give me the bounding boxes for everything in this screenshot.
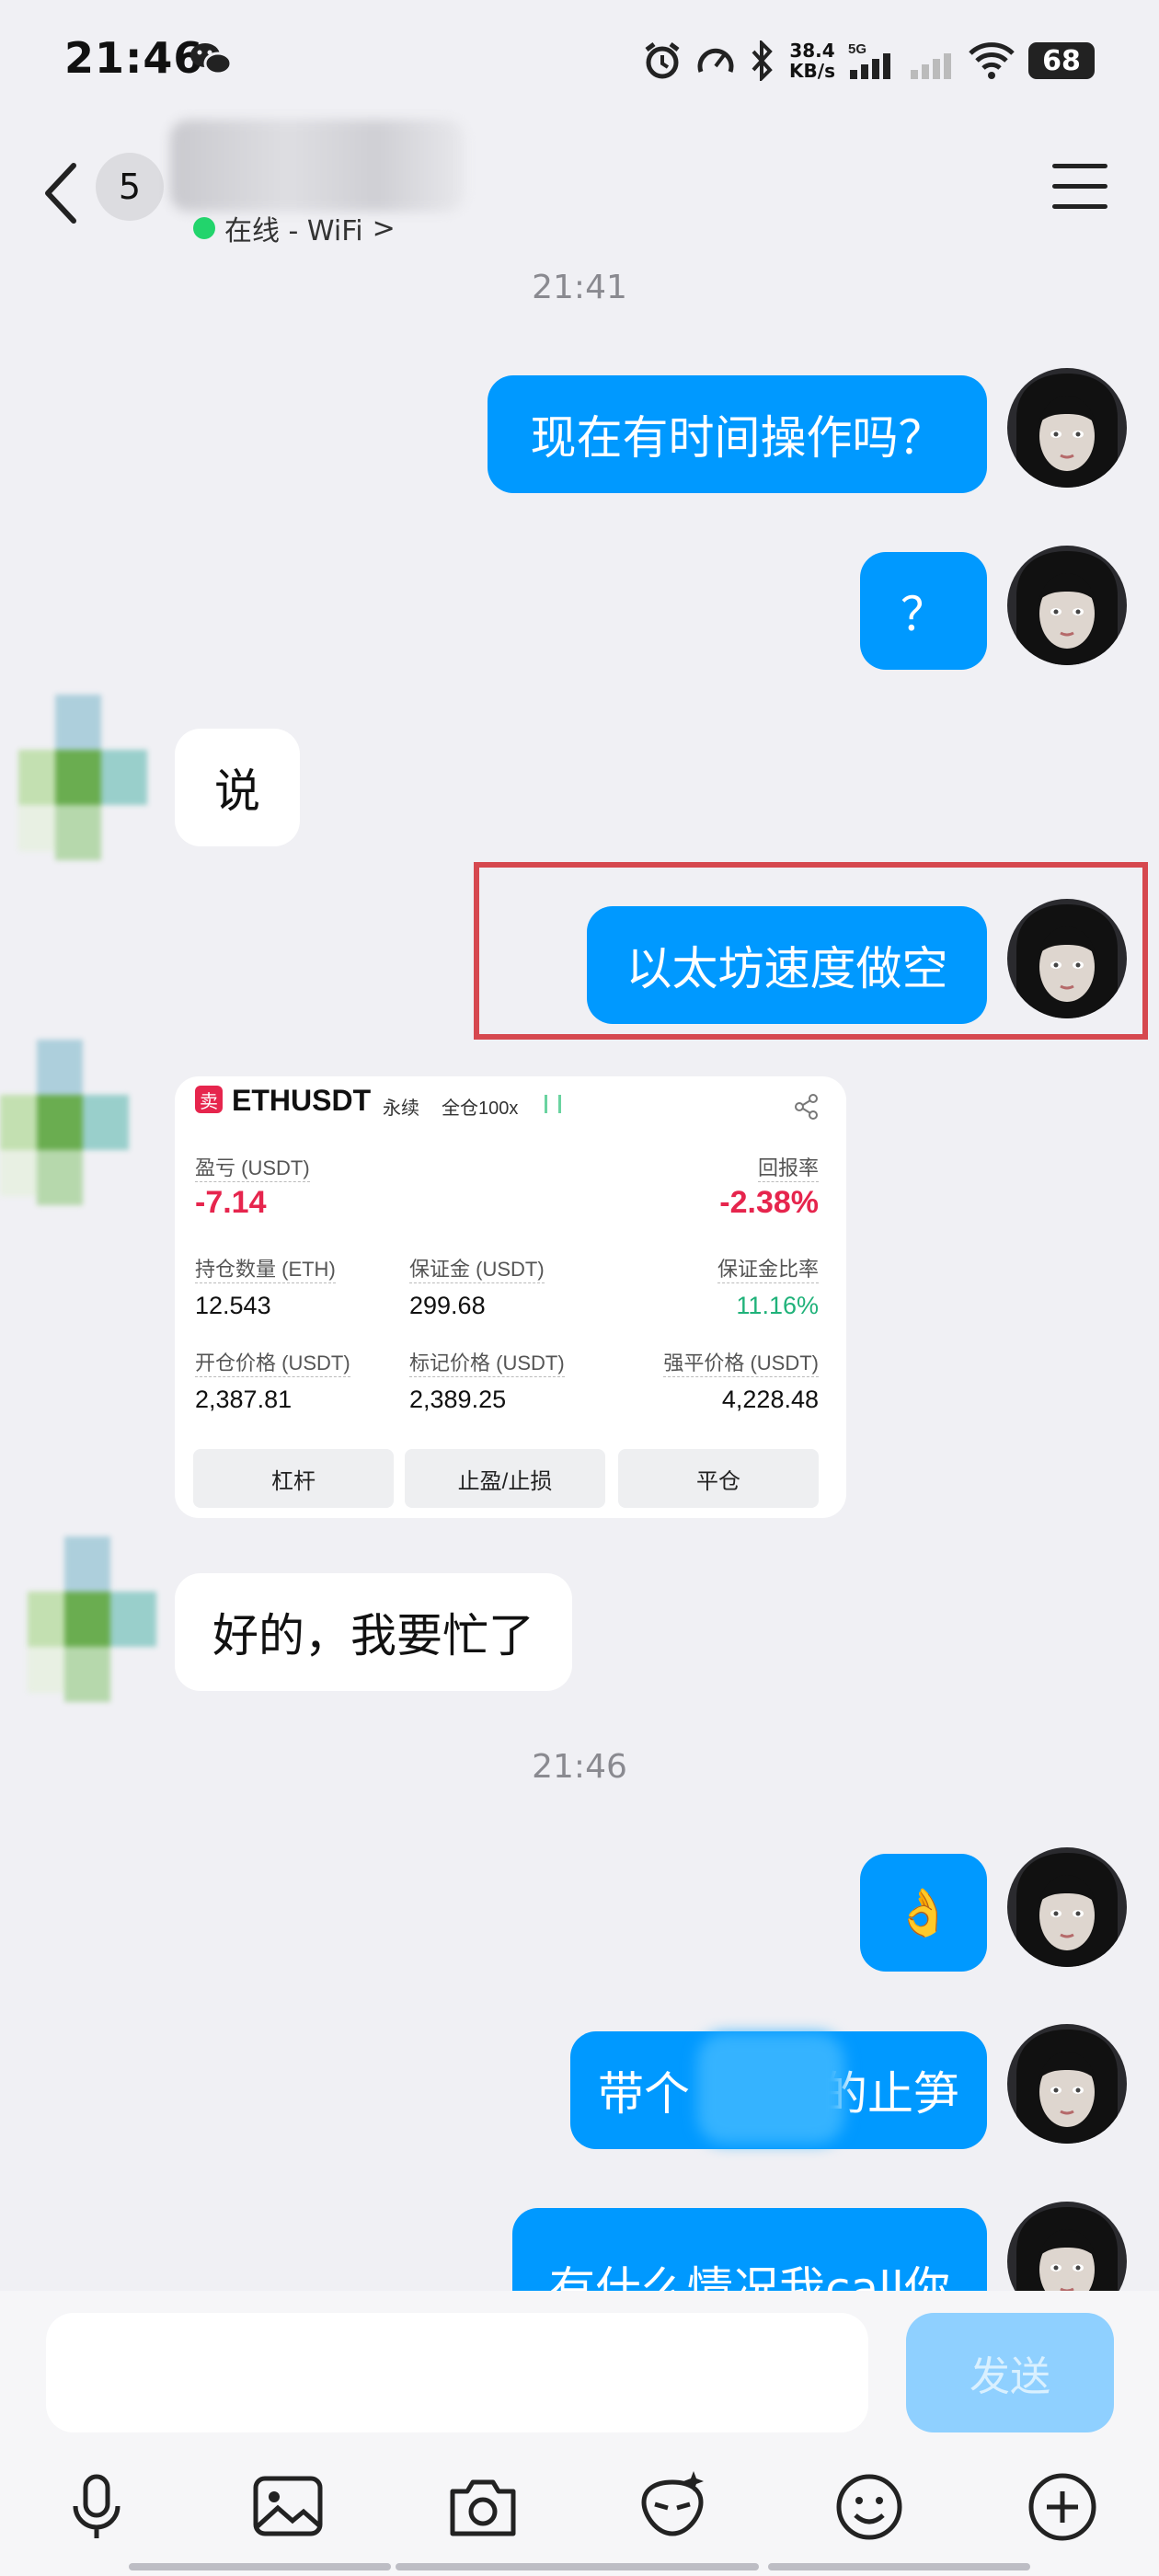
gesture-bar	[396, 2563, 759, 2570]
pnl-label: 盈亏 (USDT)	[195, 1152, 310, 1182]
my-avatar[interactable]	[1007, 1847, 1127, 1967]
close-position-button: 平仓	[618, 1449, 819, 1508]
sell-tag: 卖	[195, 1086, 223, 1113]
speed-icon	[697, 48, 734, 73]
network-speed: 38.4 KB/s	[789, 40, 835, 82]
leverage-button: 杠杆	[193, 1449, 394, 1508]
message-bubble-outgoing[interactable]: 以太坊速度做空	[587, 906, 987, 1024]
liquidation-price-value: 4,228.48	[721, 1386, 819, 1413]
contact-avatar-blurred[interactable]	[0, 1040, 138, 1214]
message-bubble-outgoing[interactable]: ？	[860, 552, 987, 670]
share-icon	[795, 1094, 818, 1120]
menu-icon[interactable]	[1052, 164, 1107, 210]
online-dot-icon	[193, 217, 215, 239]
my-avatar[interactable]	[1007, 2024, 1127, 2144]
wechat-notification-icon	[190, 43, 232, 75]
margin-ratio-value: 11.16%	[736, 1292, 819, 1319]
sticker-icon[interactable]	[631, 2466, 714, 2548]
timestamp: 21:46	[532, 1748, 627, 1786]
status-bar: 21:46 38.4 KB/s 5G 68	[0, 0, 1159, 120]
chevron-right-icon: >	[372, 212, 396, 245]
message-bubble-outgoing[interactable]: 👌	[860, 1854, 987, 1972]
gesture-bar	[768, 2563, 1030, 2570]
mark-price-value: 2,389.25	[409, 1386, 507, 1413]
contract-type: 永续	[383, 1098, 419, 1119]
bluetooth-icon	[752, 40, 773, 81]
mark-price-label: 标记价格 (USDT)	[409, 1347, 565, 1377]
roi-label: 回报率	[757, 1152, 819, 1182]
my-avatar[interactable]	[1007, 368, 1127, 488]
my-avatar[interactable]	[1007, 899, 1127, 1018]
status-time: 21:46	[64, 33, 204, 83]
send-button[interactable]: 发送	[906, 2313, 1114, 2432]
camera-icon[interactable]	[442, 2466, 524, 2548]
plus-icon[interactable]	[1021, 2466, 1104, 2548]
message-bubble-incoming[interactable]: 说	[175, 729, 300, 846]
unread-count-badge[interactable]: 5	[96, 153, 164, 221]
margin-mode: 全仓100x	[442, 1098, 519, 1119]
trade-screenshot-card[interactable]: 卖 ETHUSDT 永续 全仓100x 盈亏 (USDT) 回报率 -7.14 …	[175, 1076, 846, 1518]
image-icon[interactable]	[247, 2466, 329, 2548]
contact-avatar-blurred[interactable]	[28, 1536, 166, 1711]
contact-name-redacted	[170, 120, 465, 212]
message-bubble-outgoing[interactable]: 现在有时间操作吗？	[488, 375, 987, 493]
pnl-value: -7.14	[195, 1185, 267, 1220]
timestamp: 21:41	[532, 269, 627, 306]
tp-sl-button: 止盈/止损	[405, 1449, 605, 1508]
gesture-bar	[129, 2563, 391, 2570]
signal-bars-icon	[545, 1095, 561, 1113]
chat-header: 5 在线 - WiFi >	[0, 120, 1159, 258]
trade-symbol: ETHUSDT	[232, 1084, 372, 1117]
my-avatar[interactable]	[1007, 546, 1127, 665]
alarm-icon	[645, 42, 680, 79]
signal-5g-icon: 5G	[848, 41, 890, 79]
roi-value: -2.38%	[719, 1185, 819, 1220]
back-arrow-icon[interactable]	[39, 156, 85, 230]
position-label: 持仓数量 (ETH)	[195, 1253, 336, 1283]
liquidation-price-label: 强平价格 (USDT)	[663, 1347, 819, 1377]
margin-value: 299.68	[409, 1292, 486, 1319]
signal-weak-icon	[911, 53, 951, 79]
entry-price-label: 开仓价格 (USDT)	[195, 1347, 350, 1377]
contact-avatar-blurred[interactable]	[18, 695, 156, 869]
margin-ratio-label: 保证金比率	[717, 1253, 819, 1283]
margin-label: 保证金 (USDT)	[409, 1253, 545, 1283]
online-status[interactable]: 在线 - WiFi >	[193, 208, 396, 248]
svg-text:5G: 5G	[848, 41, 866, 57]
redaction-blur	[697, 2033, 844, 2144]
message-input[interactable]	[46, 2313, 868, 2432]
entry-price-value: 2,387.81	[195, 1386, 293, 1413]
position-value: 12.543	[195, 1292, 271, 1319]
input-bar: 发送	[0, 2291, 1159, 2576]
online-status-text: 在线 - WiFi	[224, 215, 363, 247]
wifi-icon	[969, 42, 1015, 79]
emoji-icon[interactable]	[828, 2466, 911, 2548]
message-bubble-incoming[interactable]: 好的，我要忙了	[175, 1573, 572, 1691]
battery-indicator: 68	[1028, 42, 1095, 79]
message-text-part: 带个	[598, 2067, 690, 2121]
microphone-icon[interactable]	[55, 2466, 138, 2548]
